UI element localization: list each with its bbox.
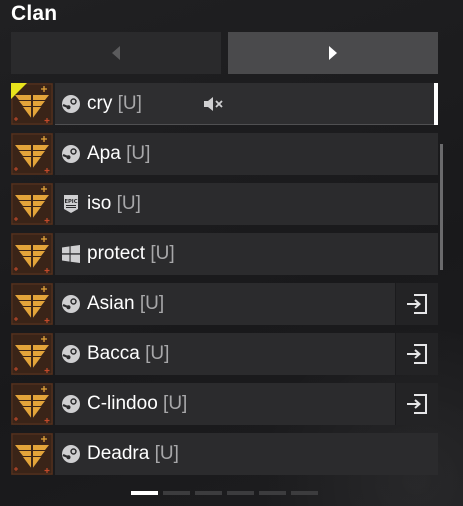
page-dot[interactable] [259,491,286,495]
clan-emblem-icon [11,433,53,475]
join-button[interactable] [395,283,438,325]
clan-emblem-icon [11,83,53,125]
member-card[interactable]: Deadra [U] [55,433,438,475]
member-row[interactable]: C-lindoo [U] [11,383,438,425]
member-name: Deadra [U] [87,443,179,465]
member-name: Asian [U] [87,293,164,315]
chevron-left-icon [112,46,120,60]
member-name: cry [U] [87,93,142,115]
svg-text:EPIC: EPIC [64,199,77,205]
member-name: Apa [U] [87,143,150,165]
member-name-text: iso [87,193,112,214]
join-button[interactable] [395,333,438,375]
page-indicator [131,491,318,495]
selection-indicator [434,83,438,125]
page-dot[interactable] [163,491,190,495]
page-dot[interactable] [195,491,222,495]
member-card[interactable]: EPIC iso [U] [55,183,438,225]
member-row[interactable]: Deadra [U] [11,433,438,475]
clan-emblem-icon [11,133,53,175]
member-card[interactable]: C-lindoo [U] [55,383,438,425]
member-clan-tag: [U] [163,393,188,414]
chevron-right-icon [329,46,337,60]
member-row[interactable]: Bacca [U] [11,333,438,375]
member-card[interactable]: Bacca [U] [55,333,438,375]
member-card[interactable]: cry [U] [55,83,438,125]
member-name: protect [U] [87,243,175,265]
member-clan-tag: [U] [154,443,179,464]
member-card[interactable]: Asian [U] [55,283,438,325]
member-clan-tag: [U] [116,193,141,214]
member-name: C-lindoo [U] [87,393,187,415]
member-name: Bacca [U] [87,343,169,365]
member-row[interactable]: Asian [U] [11,283,438,325]
member-clan-tag: [U] [150,243,175,264]
scrollbar[interactable] [440,144,443,270]
clan-emblem-icon [11,183,53,225]
member-name: iso [U] [87,193,141,215]
clan-emblem-icon [11,333,53,375]
member-clan-tag: [U] [139,293,165,314]
next-page-button[interactable] [228,32,438,74]
member-clan-tag: [U] [126,143,151,164]
member-card[interactable]: protect [U] [55,233,438,275]
member-card[interactable]: Apa [U] [55,133,438,175]
panel-title: Clan [11,2,58,25]
member-clan-tag: [U] [145,343,170,364]
member-name-text: Bacca [87,343,140,364]
member-name-text: cry [87,93,113,114]
member-row[interactable]: protect [U] [11,233,438,275]
page-dot[interactable] [131,491,158,495]
page-dot[interactable] [291,491,318,495]
member-row[interactable]: Apa [U] [11,133,438,175]
leader-corner-marker [11,83,27,99]
member-name-text: Deadra [87,443,150,464]
clan-emblem-icon [11,233,53,275]
member-name-text: protect [87,243,146,264]
page-dot[interactable] [227,491,254,495]
member-name-text: Asian [87,293,135,314]
member-name-text: Apa [87,143,121,164]
member-row[interactable]: EPIC iso [U] [11,183,438,225]
clan-emblem-icon [11,383,53,425]
previous-page-button[interactable] [11,32,221,74]
member-name-text: C-lindoo [87,393,158,414]
join-button[interactable] [395,383,438,425]
member-clan-tag: [U] [117,93,142,114]
clan-emblem-icon [11,283,53,325]
member-row[interactable]: cry [U] [11,83,438,125]
